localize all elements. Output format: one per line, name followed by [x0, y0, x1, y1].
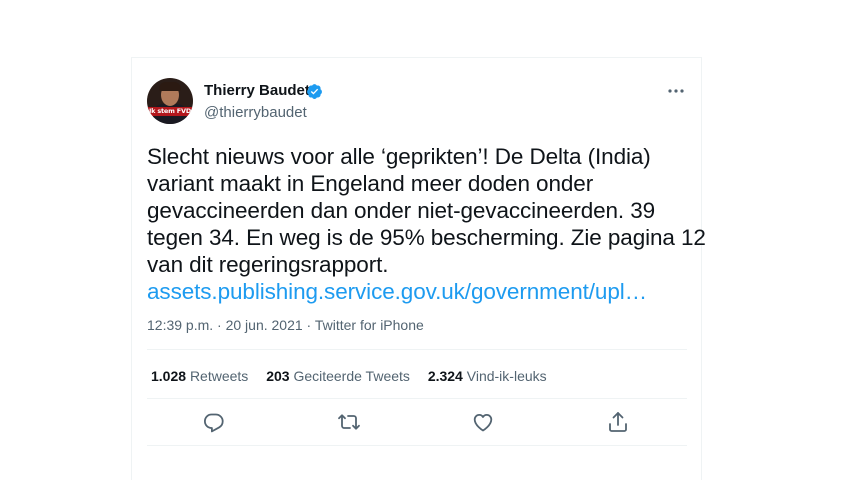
tweet-text: Slecht nieuws voor alle ‘geprikten’! De …	[147, 143, 706, 305]
author-name[interactable]: Thierry Baudet	[204, 82, 310, 99]
reply-icon[interactable]	[202, 410, 226, 434]
tweet-line: gevaccineerden dan onder niet-gevaccinee…	[147, 198, 656, 223]
quotes-stat[interactable]: 203 Geciteerde Tweets	[266, 368, 410, 384]
retweets-stat[interactable]: 1.028 Retweets	[151, 368, 248, 384]
tweet-stats: 1.028 Retweets 203 Geciteerde Tweets 2.3…	[151, 368, 561, 384]
divider	[147, 349, 687, 350]
tweet-line: tegen 34. En weg is de 95% bescherming. …	[147, 225, 706, 250]
more-icon[interactable]	[666, 82, 686, 100]
tweet-link[interactable]: assets.publishing.service.gov.uk/governm…	[147, 278, 687, 305]
author-handle[interactable]: @thierrybaudet	[204, 104, 307, 121]
share-icon[interactable]	[606, 410, 630, 434]
tweet-timestamp[interactable]: 12:39 p.m. · 20 jun. 2021 · Twitter for …	[147, 317, 424, 333]
likes-stat[interactable]: 2.324 Vind-ik-leuks	[428, 368, 547, 384]
divider	[147, 398, 687, 399]
heart-icon[interactable]	[471, 410, 495, 434]
tweet-line: variant maakt in Engeland meer doden ond…	[147, 171, 594, 196]
tweet-line: Slecht nieuws voor alle ‘geprikten’! De …	[147, 144, 651, 169]
divider	[147, 445, 687, 446]
avatar-banner: Ik stem FVD	[147, 107, 193, 116]
verified-badge-icon	[306, 83, 323, 100]
tweet-line: van dit regeringsrapport.	[147, 252, 389, 277]
avatar[interactable]: Ik stem FVD	[147, 78, 193, 124]
retweet-icon[interactable]	[337, 410, 361, 434]
